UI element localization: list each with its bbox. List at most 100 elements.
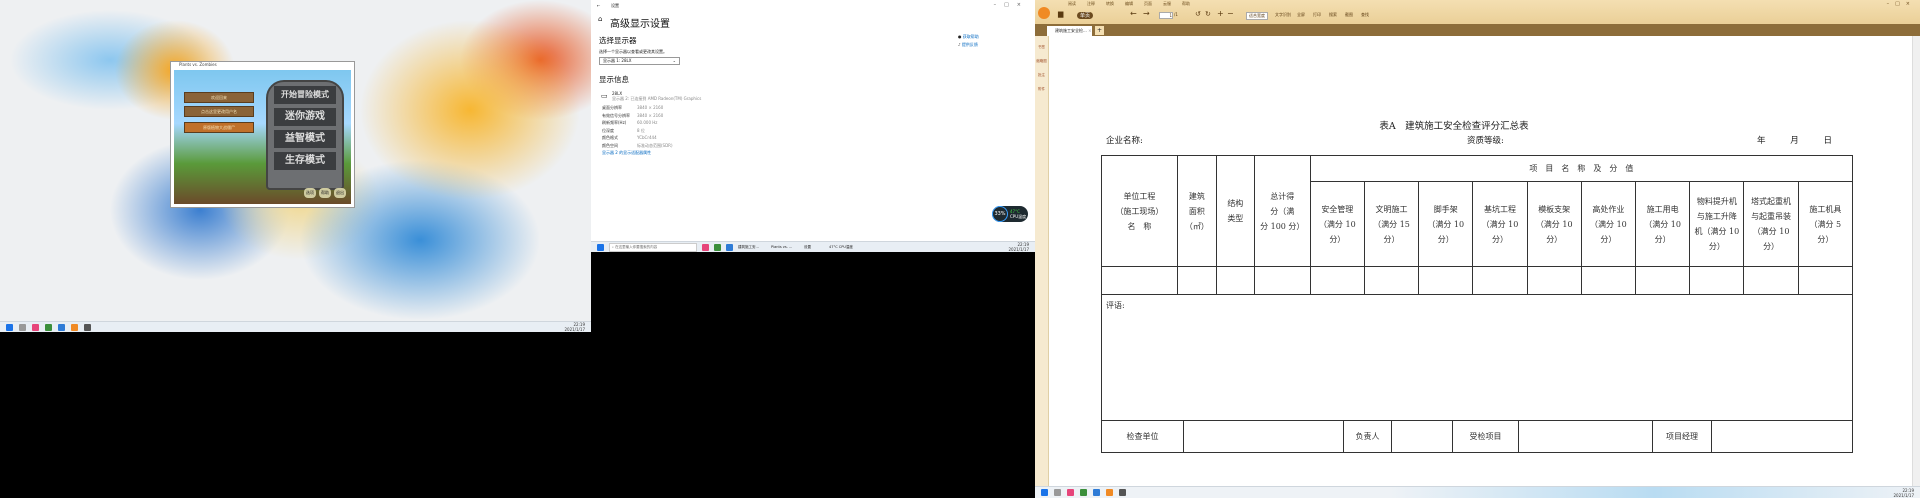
- menu-help[interactable]: 帮助: [1182, 1, 1190, 7]
- search-icon[interactable]: [1054, 489, 1061, 496]
- zoom-in-icon[interactable]: +: [1217, 9, 1224, 18]
- menu-annotate[interactable]: 注释: [1087, 1, 1095, 7]
- tab-document[interactable]: 建筑施工安全检... ×: [1047, 26, 1092, 36]
- clock[interactable]: 22:19 2021/1/17: [564, 322, 585, 332]
- score-cell[interactable]: [1418, 266, 1474, 295]
- person-in-charge-field[interactable]: [1391, 420, 1453, 453]
- app-icon[interactable]: [1093, 489, 1100, 496]
- score-cell[interactable]: [1580, 266, 1637, 295]
- app-icon[interactable]: [702, 243, 709, 251]
- score-cell[interactable]: [1101, 266, 1178, 295]
- weather-widget[interactable]: 47°C CPU温度: [829, 245, 853, 250]
- app-icon[interactable]: [1067, 489, 1074, 496]
- print-button[interactable]: 打印: [1313, 12, 1321, 18]
- puzzle-mode-button[interactable]: 益智模式: [274, 130, 336, 148]
- ocr-button[interactable]: 文字识别: [1275, 12, 1291, 18]
- performance-badge[interactable]: 33% 47°C CPU温度: [992, 206, 1028, 222]
- pdf-reader-icon[interactable]: [1106, 489, 1113, 496]
- prev-page-icon[interactable]: ←: [1130, 9, 1137, 18]
- score-cell[interactable]: [1797, 266, 1854, 295]
- clock-date: 2021/1/17: [1893, 492, 1914, 498]
- start-icon[interactable]: [597, 243, 604, 251]
- sidebar-bookmarks[interactable]: 书签: [1035, 40, 1048, 54]
- adventure-mode-button[interactable]: 开始冒险模式: [274, 86, 336, 104]
- new-tab-button[interactable]: +: [1095, 26, 1104, 35]
- zoom-select[interactable]: 适合宽度: [1246, 12, 1268, 20]
- zoom-out-icon[interactable]: −: [1227, 9, 1234, 18]
- menu-convert[interactable]: 转换: [1106, 1, 1114, 7]
- find-button[interactable]: 查找: [1361, 12, 1369, 18]
- clock[interactable]: 22:19 2021/1/17: [1008, 242, 1029, 252]
- header-item: 塔式起重机 与起重吊装 （满分 10 分）: [1743, 181, 1799, 267]
- survival-mode-button[interactable]: 生存模式: [274, 152, 336, 170]
- app-icon[interactable]: [726, 243, 733, 251]
- inspected-project-field[interactable]: [1518, 420, 1653, 453]
- quit-bag[interactable]: 退出: [334, 188, 346, 198]
- close-tab-icon[interactable]: ×: [1088, 28, 1091, 33]
- settings-icon[interactable]: [1119, 489, 1126, 496]
- settings-icon[interactable]: [84, 323, 91, 331]
- back-icon[interactable]: ←: [597, 3, 600, 8]
- clock[interactable]: 22:19 2021/1/17: [1893, 488, 1914, 498]
- page-title: 高级显示设置: [610, 19, 670, 30]
- taskbar-app-settings[interactable]: 设置: [804, 245, 824, 250]
- score-cell[interactable]: [1743, 266, 1799, 295]
- adapter-properties-link[interactable]: 显示器 2 的显示适配器属性: [602, 150, 651, 156]
- pdf-reader-icon[interactable]: [71, 323, 78, 331]
- score-cell[interactable]: [1526, 266, 1582, 295]
- app-icon[interactable]: [58, 323, 65, 331]
- sidebar-attachments[interactable]: 附件: [1035, 82, 1048, 96]
- sidebar-thumbnails[interactable]: 缩略图: [1035, 54, 1048, 68]
- inspection-unit-field[interactable]: [1183, 420, 1344, 453]
- display-dropdown[interactable]: 显示器 1: 28LX ⌄: [599, 57, 680, 65]
- menu-cloud[interactable]: 云服: [1163, 1, 1171, 7]
- open-folder-icon[interactable]: ▆: [1058, 10, 1063, 18]
- score-cell[interactable]: [1309, 266, 1365, 295]
- chrome-icon[interactable]: [714, 243, 721, 251]
- comment-cell[interactable]: 评语:: [1101, 294, 1853, 421]
- rotate-right-icon[interactable]: ↻: [1205, 10, 1211, 18]
- score-cell[interactable]: [1689, 266, 1745, 295]
- mini-games-button[interactable]: 迷你游戏: [274, 108, 336, 126]
- single-page-button[interactable]: 单页: [1077, 12, 1094, 19]
- chrome-icon[interactable]: [1080, 489, 1087, 496]
- home-icon[interactable]: ⌂: [598, 15, 602, 23]
- score-cell[interactable]: [1635, 266, 1691, 295]
- score-cell[interactable]: [1253, 266, 1311, 295]
- score-cell[interactable]: [1363, 266, 1420, 295]
- window-controls[interactable]: –□×: [994, 2, 1029, 8]
- project-manager-field[interactable]: [1711, 420, 1853, 453]
- start-icon[interactable]: [6, 323, 13, 331]
- fullscreen-button[interactable]: 全屏: [1297, 12, 1305, 18]
- get-help-link[interactable]: 获取帮助: [963, 34, 979, 39]
- start-icon[interactable]: [1041, 489, 1048, 496]
- screenshot-button[interactable]: 截图: [1345, 12, 1353, 18]
- sidebar-annotations[interactable]: 批注: [1035, 68, 1048, 82]
- taskbar-app-pdf[interactable]: 建筑施工安...: [738, 245, 766, 250]
- page-number-input[interactable]: 1: [1159, 12, 1173, 19]
- next-page-icon[interactable]: →: [1143, 9, 1150, 18]
- info-value: 3840 × 2160: [637, 105, 664, 110]
- help-bag[interactable]: 帮助: [319, 188, 331, 198]
- info-row: 刷新频率(Hz) 60.000 Hz: [602, 119, 673, 127]
- game-window[interactable]: Plants vs. Zombies 欢迎回来 点击这里更改用户名 原版植物大战…: [170, 61, 355, 208]
- score-cell[interactable]: [1176, 266, 1217, 295]
- options-bag[interactable]: 选项: [304, 188, 316, 198]
- app-icon[interactable]: [32, 323, 39, 331]
- taskbar-app-game[interactable]: Plants vs. ...: [771, 245, 799, 249]
- menu-edit[interactable]: 编辑: [1125, 1, 1133, 7]
- vertical-scrollbar[interactable]: [1912, 36, 1920, 486]
- score-cell[interactable]: [1215, 266, 1255, 295]
- menu-page[interactable]: 页面: [1144, 1, 1152, 7]
- search-icon[interactable]: [19, 323, 26, 331]
- window-controls[interactable]: –□×: [1887, 1, 1916, 7]
- chrome-icon[interactable]: [45, 323, 52, 331]
- rotate-left-icon[interactable]: ↺: [1195, 10, 1201, 18]
- menu-read[interactable]: 阅读: [1068, 1, 1076, 7]
- original-version-sign[interactable]: 原版植物大战僵尸: [184, 122, 254, 133]
- search-button[interactable]: 搜索: [1329, 12, 1337, 18]
- score-cell[interactable]: [1472, 266, 1528, 295]
- change-user-sign[interactable]: 点击这里更改用户名: [184, 106, 254, 117]
- search-box[interactable]: ⌕ 在这里输入你要搜索的内容: [609, 242, 697, 252]
- feedback-link[interactable]: 提供反馈: [962, 42, 978, 47]
